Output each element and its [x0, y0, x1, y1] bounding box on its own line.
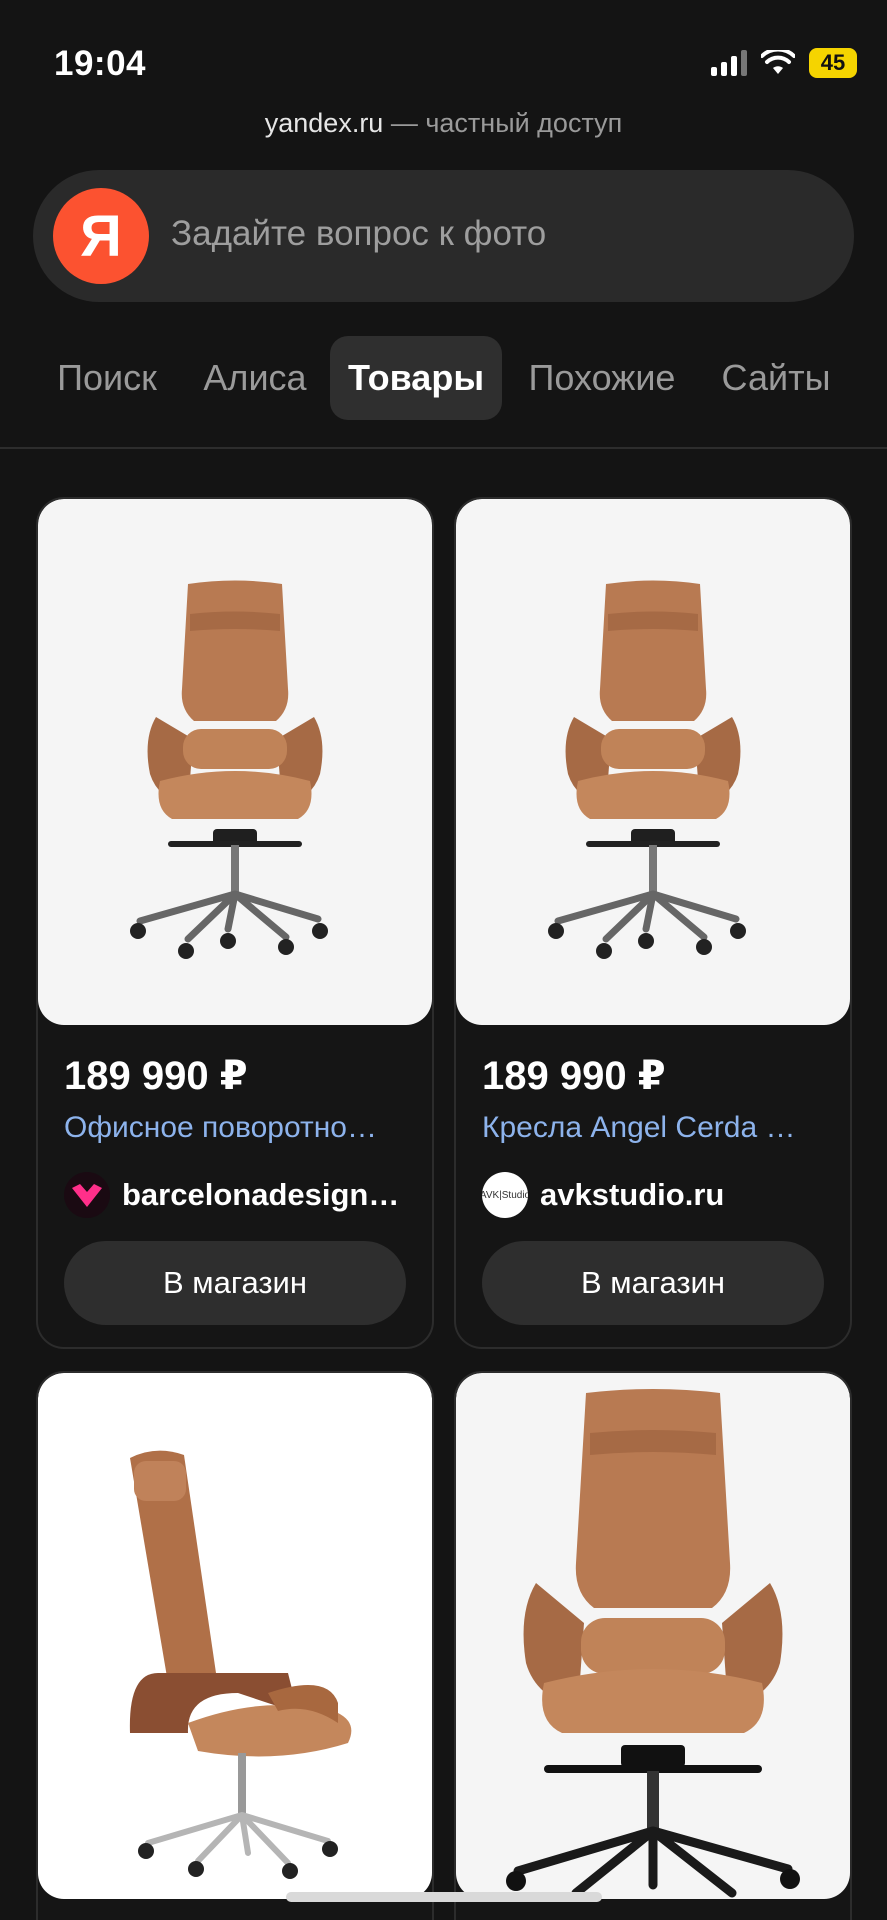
tab-sites[interactable]: Сайты [712, 336, 840, 420]
shop-name: barcelonadesign… [122, 1177, 400, 1212]
tab-bar: Поиск Алиса Товары Похожие Сайты [0, 336, 887, 420]
product-image[interactable] [456, 499, 850, 1025]
office-chair-side-brown-icon [129, 1450, 352, 1879]
product-price: 189 990 ₽ [64, 1054, 248, 1098]
url-access-label: — частный доступ [383, 108, 623, 138]
office-chair-brown-icon [130, 580, 328, 959]
office-chair-brown-icon [506, 1389, 800, 1898]
shop-name: avkstudio.ru [540, 1177, 725, 1212]
shop-logo-icon: AVK|Studio [482, 1172, 528, 1218]
product-card[interactable] [454, 1371, 852, 1920]
yandex-logo-icon[interactable]: Я [53, 188, 149, 284]
url-domain: yandex.ru [264, 108, 384, 138]
search-bar[interactable]: Я Задайте вопрос к фото [33, 170, 854, 302]
product-card[interactable]: 189 990 ₽ Офисное поворотно… barcelonade… [36, 497, 434, 1349]
tab-products[interactable]: Товары [330, 336, 502, 420]
status-time: 19:04 [54, 44, 147, 83]
product-title-link[interactable]: Офисное поворотно… [64, 1111, 416, 1145]
cellular-signal-icon [711, 50, 747, 76]
search-input[interactable]: Задайте вопрос к фото [171, 214, 546, 254]
tab-alice[interactable]: Алиса [192, 336, 318, 420]
product-card[interactable] [36, 1371, 434, 1920]
to-shop-button[interactable]: В магазин [64, 1241, 406, 1325]
product-title-link[interactable]: Кресла Angel Cerda … [482, 1111, 834, 1145]
url-line[interactable]: yandex.ru — частный доступ [0, 108, 887, 139]
battery-indicator: 45 [809, 48, 857, 78]
office-chair-brown-icon [548, 580, 746, 959]
tabs-divider [0, 447, 887, 449]
status-icons: 45 [711, 48, 857, 78]
shop-info[interactable]: AVK|Studio avkstudio.ru [482, 1172, 830, 1218]
product-card[interactable]: 189 990 ₽ Кресла Angel Cerda … AVK|Studi… [454, 497, 852, 1349]
to-shop-button[interactable]: В магазин [482, 1241, 824, 1325]
wifi-icon [761, 50, 795, 74]
shop-logo-icon [64, 1172, 110, 1218]
product-image[interactable] [38, 499, 432, 1025]
tab-search[interactable]: Поиск [44, 336, 170, 420]
product-image[interactable] [38, 1373, 432, 1899]
product-price: 189 990 ₽ [482, 1054, 666, 1098]
product-image[interactable] [456, 1373, 850, 1899]
status-bar: 19:04 45 [0, 0, 887, 110]
tab-similar[interactable]: Похожие [514, 336, 690, 420]
home-indicator[interactable] [286, 1892, 602, 1902]
shop-info[interactable]: barcelonadesign… [64, 1172, 412, 1218]
